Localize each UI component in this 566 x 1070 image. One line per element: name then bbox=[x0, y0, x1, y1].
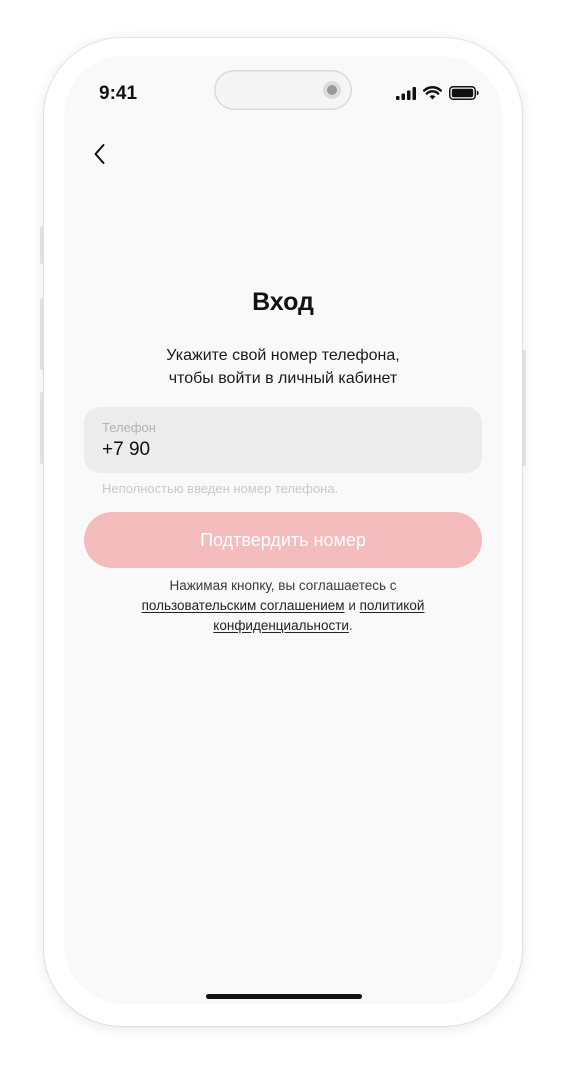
privacy-policy-link-part1[interactable]: политикой bbox=[360, 598, 425, 613]
phone-screen: 9:41 Вход Укажите свой номер телефона, ч… bbox=[64, 56, 502, 1004]
consent-and: и bbox=[344, 598, 360, 613]
status-icons bbox=[396, 86, 479, 100]
back-button[interactable] bbox=[86, 140, 114, 168]
dynamic-island bbox=[214, 70, 352, 110]
signal-icon bbox=[396, 86, 416, 100]
consent-prefix: Нажимая кнопку, вы соглашаетесь с bbox=[169, 578, 397, 593]
consent-text: Нажимая кнопку, вы соглашаетесь с пользо… bbox=[64, 576, 502, 636]
page-title: Вход bbox=[252, 288, 314, 316]
phone-error-text: Неполностью введен номер телефона. bbox=[102, 481, 339, 496]
wifi-icon bbox=[423, 86, 442, 100]
subtitle-line-2: чтобы войти в личный кабинет bbox=[168, 370, 398, 387]
subtitle-line-1: Укажите свой номер телефона, bbox=[166, 347, 400, 364]
camera-icon bbox=[323, 81, 341, 99]
battery-icon bbox=[449, 86, 479, 100]
chevron-left-icon bbox=[94, 144, 105, 164]
page-subtitle: Укажите свой номер телефона, чтобы войти… bbox=[64, 344, 502, 390]
status-time: 9:41 bbox=[99, 83, 138, 104]
phone-input-value[interactable]: +7 90 bbox=[102, 439, 150, 461]
confirm-number-button[interactable]: Подтвердить номер bbox=[84, 512, 482, 568]
power-button bbox=[522, 350, 526, 466]
phone-input-label: Телефон bbox=[102, 420, 156, 435]
consent-suffix: . bbox=[348, 618, 353, 633]
privacy-policy-link-part2[interactable]: конфиденциальности bbox=[213, 618, 349, 633]
home-indicator bbox=[206, 994, 362, 999]
phone-input-field[interactable]: Телефон +7 90 bbox=[84, 407, 482, 473]
user-agreement-link[interactable]: пользовательским соглашением bbox=[142, 598, 345, 613]
